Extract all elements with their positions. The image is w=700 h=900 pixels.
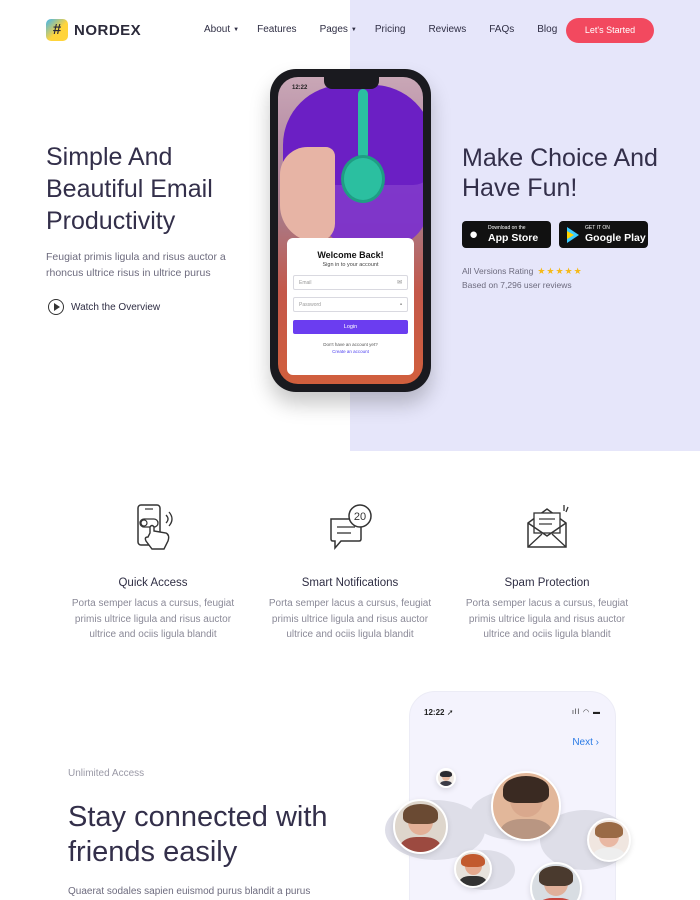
play-circle-icon [48,299,64,315]
mail-icon: ✉ [396,280,402,286]
feature-smart-notifications: 20 Smart Notifications Porta semper lacu… [260,503,440,643]
brand-logo[interactable]: # NORDEX [46,19,141,41]
feature-quick-access: Quick Access Porta semper lacus a cursus… [63,503,243,643]
notification-count: 20 [354,511,366,523]
avatar[interactable] [454,850,492,888]
signup-question: Don't have an account yet? [323,342,378,347]
top-navigation: # NORDEX About ▼ Features Pages ▼ Pricing … [0,0,700,60]
phone-screen: 12:22 Welcome Back! Sign in to your acco… [278,77,423,384]
section-subtitle: Quaerat sodales sapien euismod purus bla… [68,886,311,897]
feature-title: Spam Protection [504,577,590,589]
signal-wifi-battery-icon: ıll ◠ ▬ [571,709,601,716]
feature-description: Porta semper lacus a cursus, feugiat pri… [71,598,235,640]
envelope-icon [527,505,569,548]
login-card: Welcome Back! Sign in to your account Em… [287,238,414,375]
nav-item-pages[interactable]: Pages ▼ [320,24,357,35]
feature-title: Quick Access [118,577,188,589]
chat-notification-icon: 20 [330,504,372,551]
feature-spam-protection: Spam Protection Porta semper lacus a cur… [457,503,637,643]
section-kicker: Unlimited Access [68,768,145,779]
rating-label: All Versions Rating [462,266,534,276]
google-play-button[interactable]: GET IT ON Google Play [559,221,648,248]
password-field[interactable]: Password ▪ [293,297,408,312]
feature-title: Smart Notifications [301,577,399,589]
chevron-down-icon: ▼ [350,27,357,33]
avatar[interactable] [491,771,561,841]
email-field[interactable]: Email ✉ [293,275,408,290]
apple-icon: ● [469,226,479,243]
avatar[interactable] [587,818,631,862]
hero-subtitle: Feugiat primis ligula and risus auctor a… [46,251,226,279]
feature-description: Porta semper lacus a cursus, feugiat pri… [465,598,629,640]
watch-overview-link[interactable]: Watch the Overview [48,299,160,315]
lets-started-button[interactable]: Let's Started [566,18,654,43]
nav-item-blog[interactable]: Blog [537,24,557,35]
nav-item-about[interactable]: About ▼ [204,24,239,35]
login-title: Welcome Back! [317,250,384,260]
app-store-button[interactable]: ● Download on the App Store [462,221,551,248]
watch-overview-label: Watch the Overview [71,301,161,313]
headphone-icon [341,155,385,203]
nav-item-reviews[interactable]: Reviews [428,24,466,35]
phone-status-time: 12:22 [292,85,308,91]
brand-name: NORDEX [74,21,142,39]
next-button[interactable]: Next › [572,737,599,748]
nav-menu: About ▼ Features Pages ▼ Pricing Reviews F… [204,24,557,35]
phone-status-time: 12:22 ➚ [424,708,454,717]
woman-face [280,147,335,242]
phone-mockup: 12:22 Welcome Back! Sign in to your acco… [270,69,431,392]
logo-mark-icon: # [46,19,68,41]
avatar[interactable] [393,799,448,854]
hero-title: Simple And Beautiful Email Productivity [46,143,213,235]
reviews-count: Based on 7,296 user reviews [462,280,572,290]
chevron-down-icon: ▼ [233,27,240,33]
nav-item-features[interactable]: Features [257,24,296,35]
headphone-band [358,89,368,159]
rating-block: All Versions Rating ★★★★★ Based on 7,296 … [462,264,583,292]
lock-icon: ▪ [399,302,402,308]
login-subtitle: Sign in to your account [322,262,379,268]
hero-right-title: Make Choice And Have Fun! [462,144,658,202]
phone-notch [324,77,379,89]
feature-description: Porta semper lacus a cursus, feugiat pri… [268,598,432,640]
touch-phone-icon [137,504,173,550]
nav-item-pricing[interactable]: Pricing [375,24,406,35]
login-button[interactable]: Login [293,320,408,334]
nav-item-faqs[interactable]: FAQs [489,24,514,35]
star-rating-icon: ★★★★★ [537,266,583,276]
section-title: Stay connected with friends easily [68,801,328,868]
avatar[interactable] [436,768,456,788]
create-account-link[interactable]: Create an account [287,349,414,354]
